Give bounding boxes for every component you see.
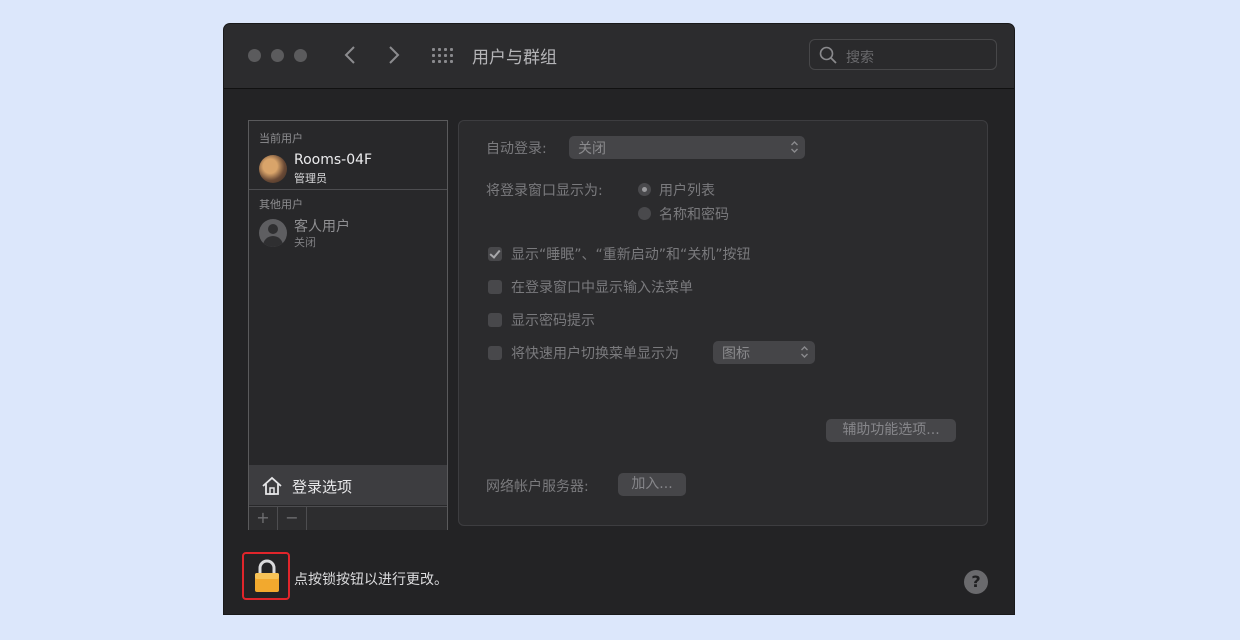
back-button[interactable] <box>338 40 362 70</box>
forward-button[interactable] <box>382 40 406 70</box>
login-options-panel: 自动登录: 关闭 将登录窗口显示为: 用户列表 名称和密码 显示“睡眠”、“重新… <box>458 120 988 526</box>
divider <box>249 189 447 190</box>
chevron-left-icon <box>344 46 355 64</box>
home-icon <box>262 476 282 495</box>
guest-user-status: 关闭 <box>294 236 316 249</box>
radio-name-password[interactable] <box>638 207 651 220</box>
fast-user-switch-value: 图标 <box>722 346 750 362</box>
auto-login-popup[interactable]: 关闭 <box>569 136 805 159</box>
guest-user-name: 客人用户 <box>294 219 350 235</box>
current-user-role: 管理员 <box>294 172 327 185</box>
updown-arrows-icon <box>801 346 808 358</box>
chevron-right-icon <box>389 46 400 64</box>
add-user-button[interactable]: + <box>249 507 278 530</box>
search-field[interactable]: 搜索 <box>809 39 997 70</box>
checkbox-password-hints-label: 显示密码提示 <box>511 313 595 329</box>
checkbox-fast-user-switch-label: 将快速用户切换菜单显示为 <box>511 346 679 362</box>
login-options-label: 登录选项 <box>292 478 353 496</box>
login-options-item[interactable]: 登录选项 <box>249 465 447 505</box>
radio-user-list[interactable] <box>638 183 651 196</box>
checkbox-password-hints[interactable] <box>488 313 502 327</box>
current-users-label: 当前用户 <box>259 132 303 145</box>
show-all-grid-icon[interactable] <box>432 48 454 64</box>
radio-user-list-label: 用户列表 <box>659 183 715 199</box>
checkbox-input-menu-label: 在登录窗口中显示输入法菜单 <box>511 280 693 296</box>
checkbox-fast-user-switch[interactable] <box>488 346 502 360</box>
search-placeholder: 搜索 <box>846 50 874 66</box>
sidebar-footer: + − <box>249 506 447 530</box>
other-users-label: 其他用户 <box>259 198 303 211</box>
users-sidebar: 当前用户 Rooms-04F 管理员 其他用户 客人用户 关闭 登录选项 + − <box>248 120 448 530</box>
window-title: 用户与群组 <box>472 48 557 68</box>
current-user-name: Rooms-04F <box>294 152 373 168</box>
auto-login-label: 自动登录: <box>486 141 547 157</box>
close-window-button[interactable] <box>248 49 261 62</box>
fast-user-switch-popup[interactable]: 图标 <box>713 341 815 364</box>
avatar <box>259 155 287 183</box>
minimize-window-button[interactable] <box>271 49 284 62</box>
auto-login-value: 关闭 <box>578 141 606 157</box>
checkbox-show-buttons-label: 显示“睡眠”、“重新启动”和“关机”按钮 <box>511 247 751 263</box>
checkbox-input-menu[interactable] <box>488 280 502 294</box>
search-icon <box>819 46 837 64</box>
radio-name-password-label: 名称和密码 <box>659 207 729 223</box>
titlebar: 用户与群组 搜索 <box>224 24 1014 89</box>
updown-arrows-icon <box>791 141 798 153</box>
lock-button[interactable] <box>242 552 290 600</box>
guest-avatar-icon <box>259 219 287 247</box>
lock-icon <box>255 559 279 592</box>
help-button[interactable]: ? <box>964 570 988 594</box>
network-server-label: 网络帐户服务器: <box>486 479 589 495</box>
checkbox-show-buttons[interactable] <box>488 247 502 261</box>
display-login-window-label: 将登录窗口显示为: <box>486 183 603 199</box>
system-preferences-window: 用户与群组 搜索 当前用户 Rooms-04F 管理员 其他用户 客人用户 关闭 <box>224 24 1014 614</box>
join-button[interactable]: 加入... <box>618 473 686 496</box>
lock-instruction-text: 点按锁按钮以进行更改。 <box>294 572 448 588</box>
zoom-window-button[interactable] <box>294 49 307 62</box>
remove-user-button[interactable]: − <box>278 507 307 530</box>
accessibility-options-button[interactable]: 辅助功能选项... <box>826 419 956 442</box>
